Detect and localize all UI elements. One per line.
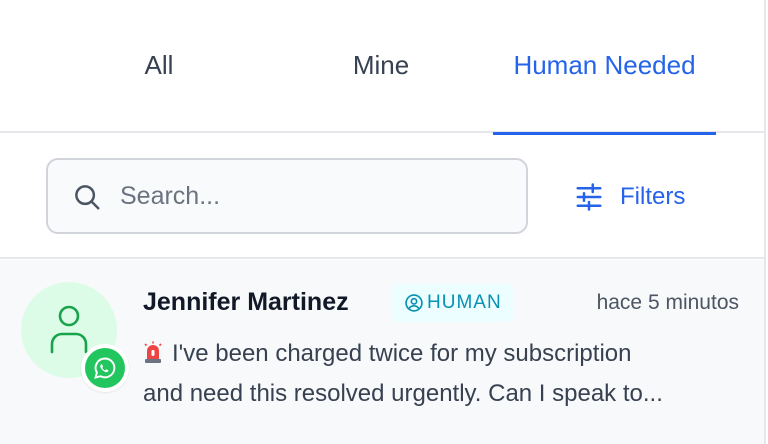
filters-button[interactable]: Filters (574, 177, 685, 217)
whatsapp-icon (94, 357, 116, 379)
preview-line-1: I've been charged twice for my subscript… (143, 334, 733, 374)
search-box[interactable] (46, 158, 528, 234)
tab-all[interactable]: All (48, 0, 270, 133)
tab-mine[interactable]: Mine (270, 0, 492, 133)
whatsapp-badge (81, 344, 129, 392)
search-row: Filters (0, 133, 764, 259)
search-input[interactable] (120, 176, 510, 216)
message-preview: I've been charged twice for my subscript… (143, 334, 733, 414)
tab-mine-label: Mine (352, 50, 410, 80)
status-badge-label: HUMAN (427, 292, 502, 313)
tab-human-needed[interactable]: Human Needed (493, 0, 716, 135)
tab-bar: All Mine Human Needed (0, 0, 764, 135)
user-circle-icon (405, 294, 423, 312)
tab-all-label: All (144, 50, 174, 80)
panel-divider (764, 0, 766, 444)
timestamp: hace 5 minutos (596, 291, 739, 314)
preview-text-1: I've been charged twice for my subscript… (172, 340, 632, 367)
siren-icon (144, 341, 162, 363)
status-badge: HUMAN (392, 284, 514, 322)
conversation-list-panel: All Mine Human Needed Filter (0, 0, 768, 444)
filters-label: Filters (620, 183, 686, 210)
contact-name: Jennifer Martinez (143, 288, 349, 316)
preview-line-2: and need this resolved urgently. Can I s… (143, 380, 663, 407)
sliders-icon (576, 183, 602, 211)
conversation-item[interactable]: Jennifer Martinez HUMAN hace 5 minutos I… (0, 260, 764, 444)
user-icon (50, 305, 88, 354)
search-icon (75, 185, 100, 210)
tab-human-needed-label: Human Needed (513, 50, 696, 80)
